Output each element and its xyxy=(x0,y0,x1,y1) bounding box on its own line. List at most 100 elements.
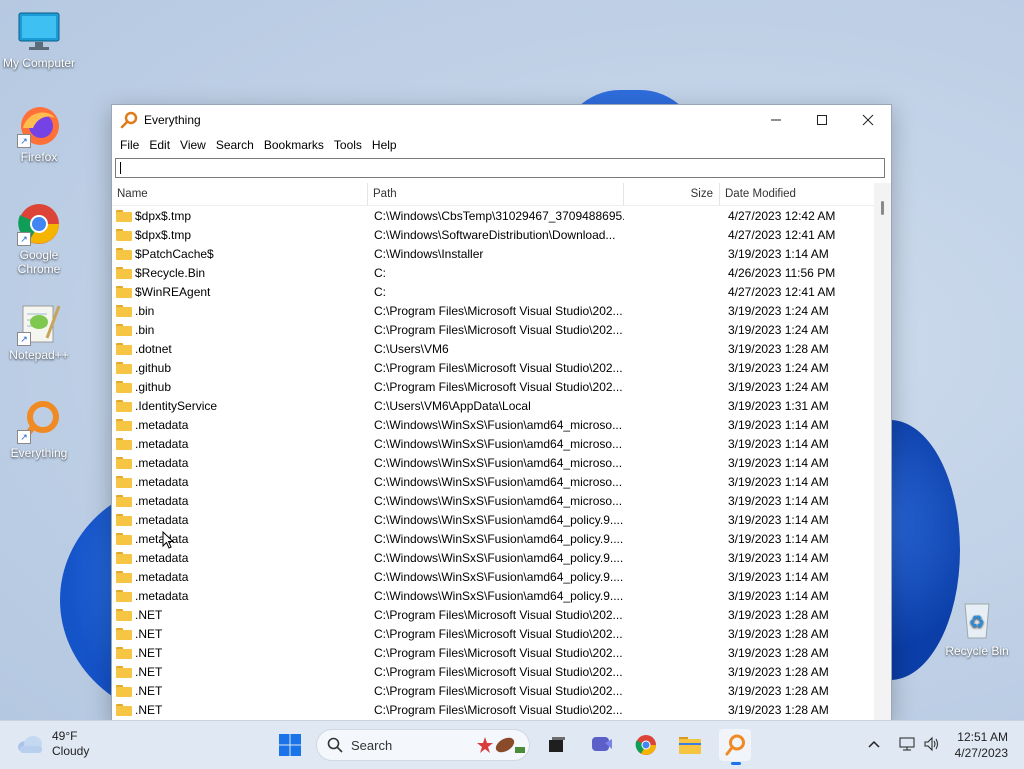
cell-date-modified: 3/19/2023 1:14 AM xyxy=(728,531,829,546)
table-row[interactable]: $dpx$.tmp C:\Windows\CbsTemp\31029467_370… xyxy=(112,206,874,225)
folder-icon xyxy=(116,266,132,279)
cell-path: C:\Windows\WinSxS\Fusion\amd64_policy.9.… xyxy=(374,550,624,565)
speaker-icon xyxy=(924,736,938,751)
folder-icon xyxy=(116,361,132,374)
desktop-icon-notepad-plus-plus[interactable]: ↗ Notepad++ xyxy=(1,302,77,362)
table-row[interactable]: .IdentityService C:\Users\VM6\AppData\Loc… xyxy=(112,396,874,415)
menu-help[interactable]: Help xyxy=(367,138,402,152)
table-row[interactable]: $WinREAgent C: 4/27/2023 12:41 AM xyxy=(112,282,874,301)
weather-widget[interactable]: 49°F Cloudy xyxy=(16,729,89,759)
maximize-button[interactable] xyxy=(799,105,845,135)
folder-icon xyxy=(116,209,132,222)
cell-name: .NET xyxy=(112,627,368,641)
running-indicator xyxy=(731,762,741,765)
table-row[interactable]: .metadata C:\Windows\WinSxS\Fusion\amd64_… xyxy=(112,491,874,510)
taskbar-file-explorer[interactable] xyxy=(674,729,706,761)
menu-file[interactable]: File xyxy=(115,138,144,152)
cell-path: C:\Windows\WinSxS\Fusion\amd64_policy.9.… xyxy=(374,569,624,584)
table-row[interactable]: .bin C:\Program Files\Microsoft Visual St… xyxy=(112,320,874,339)
table-row[interactable]: .NET C:\Program Files\Microsoft Visual St… xyxy=(112,624,874,643)
desktop-icon-label: Notepad++ xyxy=(9,348,69,362)
taskbar-meet[interactable] xyxy=(586,729,618,761)
network-status[interactable] xyxy=(899,736,917,755)
cell-name: $dpx$.tmp xyxy=(112,209,368,223)
file-name: .NET xyxy=(135,607,163,622)
vertical-scrollbar[interactable] xyxy=(874,183,891,721)
svg-text:♻: ♻ xyxy=(969,612,985,633)
column-header-date-modified[interactable]: Date Modified xyxy=(720,183,874,205)
menu-bookmarks[interactable]: Bookmarks xyxy=(259,138,329,152)
table-row[interactable]: .metadata C:\Windows\WinSxS\Fusion\amd64_… xyxy=(112,567,874,586)
chrome-icon xyxy=(635,735,656,755)
menu-edit[interactable]: Edit xyxy=(144,138,175,152)
table-row[interactable]: .github C:\Program Files\Microsoft Visual… xyxy=(112,377,874,396)
desktop-icon-recycle-bin[interactable]: ♻ Recycle Bin xyxy=(938,598,1016,658)
table-row[interactable]: .metadata C:\Windows\WinSxS\Fusion\amd64_… xyxy=(112,415,874,434)
desktop-icon-google-chrome[interactable]: ↗ Google Chrome xyxy=(1,202,77,276)
search-input[interactable] xyxy=(115,158,885,178)
table-row[interactable]: .metadata C:\Windows\WinSxS\Fusion\amd64_… xyxy=(112,586,874,605)
table-row[interactable]: .metadata C:\Windows\WinSxS\Fusion\amd64_… xyxy=(112,529,874,548)
table-row[interactable]: .metadata C:\Windows\WinSxS\Fusion\amd64_… xyxy=(112,548,874,567)
cell-path: C:\Windows\WinSxS\Fusion\amd64_microso..… xyxy=(374,455,623,470)
folder-icon xyxy=(116,494,132,507)
volume-control[interactable] xyxy=(923,736,941,755)
desktop-icon-firefox[interactable]: ↗ Firefox xyxy=(1,104,77,164)
cell-date-modified: 3/19/2023 1:28 AM xyxy=(728,607,829,622)
desktop-icon-everything[interactable]: ↗ Everything xyxy=(1,400,77,460)
column-header-name[interactable]: Name xyxy=(112,183,368,205)
everything-icon xyxy=(120,111,138,129)
monitor-icon xyxy=(17,10,61,54)
table-row[interactable]: .NET C:\Program Files\Microsoft Visual St… xyxy=(112,605,874,624)
table-row[interactable]: .github C:\Program Files\Microsoft Visual… xyxy=(112,358,874,377)
scrollbar-thumb[interactable] xyxy=(881,201,884,215)
menu-tools[interactable]: Tools xyxy=(329,138,367,152)
table-row[interactable]: .NET C:\Program Files\Microsoft Visual St… xyxy=(112,681,874,700)
table-row[interactable]: .metadata C:\Windows\WinSxS\Fusion\amd64_… xyxy=(112,510,874,529)
title-bar[interactable]: Everything xyxy=(112,105,891,135)
close-button[interactable] xyxy=(845,105,891,135)
menu-search[interactable]: Search xyxy=(211,138,259,152)
cell-name: .github xyxy=(112,361,368,375)
show-hidden-icons-button[interactable] xyxy=(867,738,881,752)
cell-name: .metadata xyxy=(112,475,368,489)
cell-name: $WinREAgent xyxy=(112,285,368,299)
table-row[interactable]: $PatchCache$ C:\Windows\Installer 3/19/202… xyxy=(112,244,874,263)
table-row[interactable]: .NET C:\Program Files\Microsoft Visual St… xyxy=(112,643,874,662)
table-row[interactable]: $dpx$.tmp C:\Windows\SoftwareDistribution… xyxy=(112,225,874,244)
system-clock[interactable]: 12:51 AM 4/27/2023 xyxy=(955,729,1008,761)
cell-name: .metadata xyxy=(112,551,368,565)
table-row[interactable]: .bin C:\Program Files\Microsoft Visual St… xyxy=(112,301,874,320)
cell-date-modified: 3/19/2023 1:14 AM xyxy=(728,474,829,489)
start-button[interactable] xyxy=(278,733,302,760)
taskbar-search-box[interactable]: Search xyxy=(316,729,530,761)
table-row[interactable]: .metadata C:\Windows\WinSxS\Fusion\amd64_… xyxy=(112,453,874,472)
table-row[interactable]: .NET C:\Program Files\Microsoft Visual St… xyxy=(112,662,874,681)
table-row[interactable]: .metadata C:\Windows\WinSxS\Fusion\amd64_… xyxy=(112,434,874,453)
cell-path: C:\Program Files\Microsoft Visual Studio… xyxy=(374,607,623,622)
taskbar-everything[interactable] xyxy=(719,729,751,765)
menu-view[interactable]: View xyxy=(175,138,211,152)
folder-icon xyxy=(116,532,132,545)
desktop-icon-my-computer[interactable]: My Computer xyxy=(1,10,77,70)
minimize-button[interactable] xyxy=(753,105,799,135)
table-row[interactable]: .dotnet C:\Users\VM6 3/19/2023 1:28 AM xyxy=(112,339,874,358)
column-header-path[interactable]: Path xyxy=(368,183,624,205)
cell-path: C:\Windows\WinSxS\Fusion\amd64_microso..… xyxy=(374,493,623,508)
taskbar-task-view[interactable] xyxy=(541,729,573,761)
file-name: .metadata xyxy=(135,569,189,584)
weather-temperature: 49°F xyxy=(52,729,78,743)
column-header-size[interactable]: Size xyxy=(624,183,720,205)
cell-name: .NET xyxy=(112,646,368,660)
table-row[interactable]: .metadata C:\Windows\WinSxS\Fusion\amd64_… xyxy=(112,472,874,491)
cell-name: .bin xyxy=(112,304,368,318)
taskbar-search-label: Search xyxy=(351,737,393,753)
cell-date-modified: 3/19/2023 1:14 AM xyxy=(728,550,829,565)
table-row[interactable]: $Recycle.Bin C: 4/26/2023 11:56 PM xyxy=(112,263,874,282)
chevron-up-icon xyxy=(868,740,880,748)
file-name: $dpx$.tmp xyxy=(135,227,192,242)
table-row[interactable]: .NET C:\Program Files\Microsoft Visual St… xyxy=(112,700,874,719)
clock-date: 4/27/2023 xyxy=(954,746,1008,760)
everything-window[interactable]: Everything File Edit View Search Bookmar… xyxy=(111,104,892,722)
taskbar-chrome[interactable] xyxy=(630,729,662,761)
